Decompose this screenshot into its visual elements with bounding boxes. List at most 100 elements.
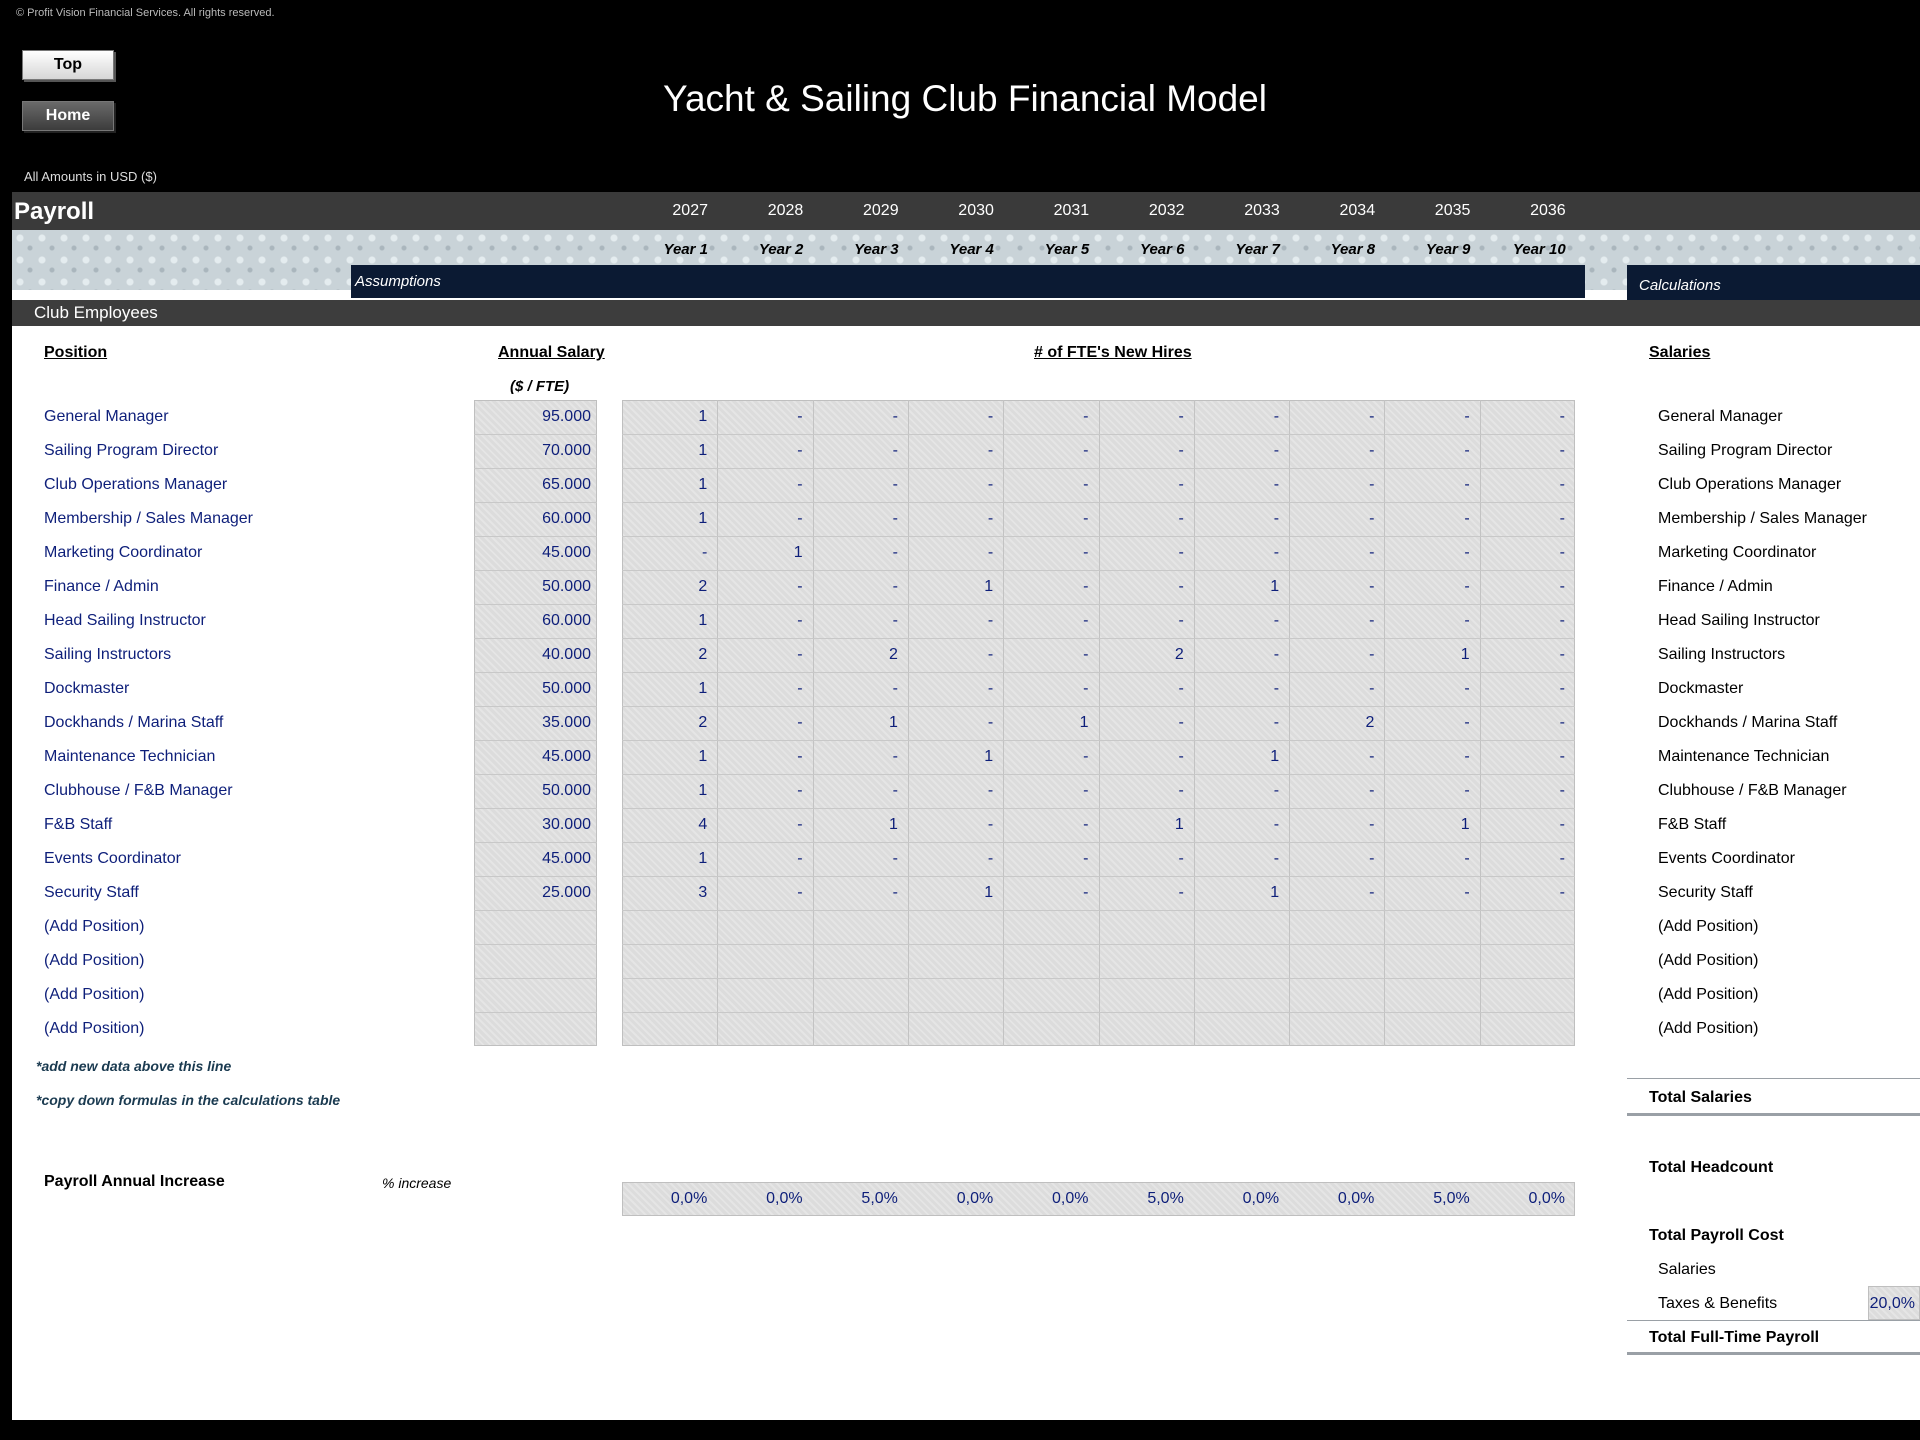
fte-hire-cell[interactable]: 2	[622, 706, 717, 740]
fte-hire-cell[interactable]	[1003, 910, 1098, 944]
fte-hire-cell[interactable]: -	[1289, 774, 1384, 808]
annual-salary-cell[interactable]: 45.000	[474, 536, 597, 570]
fte-hire-cell[interactable]: -	[1003, 672, 1098, 706]
fte-hire-cell[interactable]: -	[1384, 570, 1479, 604]
fte-hire-cell[interactable]: -	[717, 808, 812, 842]
fte-hire-cell[interactable]: -	[717, 604, 812, 638]
fte-hire-cell[interactable]	[622, 978, 717, 1012]
fte-hire-cell[interactable]: -	[908, 468, 1003, 502]
fte-hire-cell[interactable]: -	[908, 774, 1003, 808]
payroll-increase-cell[interactable]: 0,0%	[1194, 1182, 1289, 1216]
fte-hire-cell[interactable]: -	[813, 842, 908, 876]
fte-hire-cell[interactable]: -	[908, 502, 1003, 536]
fte-hire-cell[interactable]	[908, 944, 1003, 978]
fte-hire-cell[interactable]: -	[1384, 400, 1479, 434]
fte-hire-cell[interactable]: -	[1289, 740, 1384, 774]
fte-hire-cell[interactable]: 1	[622, 434, 717, 468]
fte-hire-cell[interactable]: -	[1480, 604, 1575, 638]
fte-hire-cell[interactable]: -	[1194, 672, 1289, 706]
fte-hire-cell[interactable]: 2	[1099, 638, 1194, 672]
annual-salary-cell[interactable]: 60.000	[474, 604, 597, 638]
fte-hire-cell[interactable]: -	[1289, 570, 1384, 604]
fte-hire-cell[interactable]: 1	[1194, 570, 1289, 604]
payroll-increase-cell[interactable]: 0,0%	[1480, 1182, 1575, 1216]
fte-hire-cell[interactable]: -	[1099, 672, 1194, 706]
fte-hire-cell[interactable]: 1	[908, 876, 1003, 910]
fte-hire-cell[interactable]: -	[1480, 570, 1575, 604]
fte-hire-cell[interactable]	[717, 1012, 812, 1046]
fte-hire-cell[interactable]: -	[1099, 536, 1194, 570]
annual-salary-cell[interactable]: 50.000	[474, 570, 597, 604]
fte-hire-cell[interactable]	[813, 978, 908, 1012]
fte-hire-cell[interactable]: -	[1480, 400, 1575, 434]
payroll-increase-cell[interactable]: 5,0%	[813, 1182, 908, 1216]
fte-hire-cell[interactable]: -	[813, 740, 908, 774]
fte-hire-cell[interactable]: -	[1289, 842, 1384, 876]
fte-hire-cell[interactable]: -	[717, 876, 812, 910]
fte-hire-cell[interactable]: -	[717, 468, 812, 502]
fte-hire-cell[interactable]: -	[908, 842, 1003, 876]
fte-hire-cell[interactable]: -	[717, 774, 812, 808]
fte-hire-cell[interactable]: 1	[622, 842, 717, 876]
fte-hire-cell[interactable]: -	[1099, 468, 1194, 502]
fte-hire-cell[interactable]: -	[813, 672, 908, 706]
fte-hire-cell[interactable]: -	[1003, 808, 1098, 842]
fte-hire-cell[interactable]: -	[1003, 502, 1098, 536]
fte-hire-cell[interactable]	[622, 944, 717, 978]
fte-hire-cell[interactable]: -	[1099, 434, 1194, 468]
fte-hire-cell[interactable]: -	[1384, 502, 1479, 536]
fte-hire-cell[interactable]	[813, 1012, 908, 1046]
annual-salary-cell[interactable]: 95.000	[474, 400, 597, 434]
fte-hire-cell[interactable]	[717, 910, 812, 944]
fte-hire-cell[interactable]: 2	[1289, 706, 1384, 740]
fte-hire-cell[interactable]: -	[1194, 434, 1289, 468]
annual-salary-cell[interactable]	[474, 944, 597, 978]
fte-hire-cell[interactable]: -	[908, 536, 1003, 570]
fte-hire-cell[interactable]: 3	[622, 876, 717, 910]
fte-hire-cell[interactable]: -	[908, 808, 1003, 842]
fte-hire-cell[interactable]: -	[717, 672, 812, 706]
fte-hire-cell[interactable]: -	[1003, 570, 1098, 604]
annual-salary-cell[interactable]: 65.000	[474, 468, 597, 502]
fte-hire-cell[interactable]: -	[813, 774, 908, 808]
fte-hire-cell[interactable]: 1	[813, 808, 908, 842]
fte-hire-cell[interactable]: -	[1003, 774, 1098, 808]
fte-hire-cell[interactable]: -	[1384, 434, 1479, 468]
annual-salary-cell[interactable]	[474, 978, 597, 1012]
fte-hire-cell[interactable]: -	[1194, 638, 1289, 672]
annual-salary-cell[interactable]: 60.000	[474, 502, 597, 536]
fte-hire-cell[interactable]: -	[1003, 468, 1098, 502]
fte-hire-cell[interactable]: -	[1480, 774, 1575, 808]
fte-hire-cell[interactable]	[1480, 910, 1575, 944]
fte-hire-cell[interactable]: -	[1003, 638, 1098, 672]
fte-hire-cell[interactable]: -	[1099, 502, 1194, 536]
fte-hire-cell[interactable]: -	[717, 842, 812, 876]
fte-hire-cell[interactable]: 1	[622, 672, 717, 706]
fte-hire-cell[interactable]: -	[717, 570, 812, 604]
fte-hire-cell[interactable]: -	[1289, 468, 1384, 502]
fte-hire-cell[interactable]: -	[813, 604, 908, 638]
fte-hire-cell[interactable]: -	[813, 434, 908, 468]
fte-hire-cell[interactable]: 1	[622, 774, 717, 808]
annual-salary-cell[interactable]: 25.000	[474, 876, 597, 910]
fte-hire-cell[interactable]: -	[1289, 502, 1384, 536]
fte-hire-cell[interactable]: -	[1384, 876, 1479, 910]
fte-hire-cell[interactable]: -	[1099, 740, 1194, 774]
fte-hire-cell[interactable]	[717, 944, 812, 978]
fte-hire-cell[interactable]: -	[908, 638, 1003, 672]
fte-hire-cell[interactable]: -	[1480, 672, 1575, 706]
fte-hire-cell[interactable]: -	[1003, 604, 1098, 638]
annual-salary-cell[interactable]: 30.000	[474, 808, 597, 842]
fte-hire-cell[interactable]: -	[1384, 672, 1479, 706]
fte-hire-cell[interactable]: -	[1003, 740, 1098, 774]
annual-salary-cell[interactable]: 35.000	[474, 706, 597, 740]
fte-hire-cell[interactable]	[1384, 944, 1479, 978]
fte-hire-cell[interactable]: 1	[622, 604, 717, 638]
fte-hire-cell[interactable]: -	[1194, 808, 1289, 842]
fte-hire-cell[interactable]	[1194, 910, 1289, 944]
fte-hire-cell[interactable]: -	[1003, 842, 1098, 876]
fte-hire-cell[interactable]	[1003, 1012, 1098, 1046]
fte-hire-cell[interactable]: -	[1099, 774, 1194, 808]
fte-hire-cell[interactable]	[1289, 1012, 1384, 1046]
fte-hire-cell[interactable]: -	[908, 604, 1003, 638]
